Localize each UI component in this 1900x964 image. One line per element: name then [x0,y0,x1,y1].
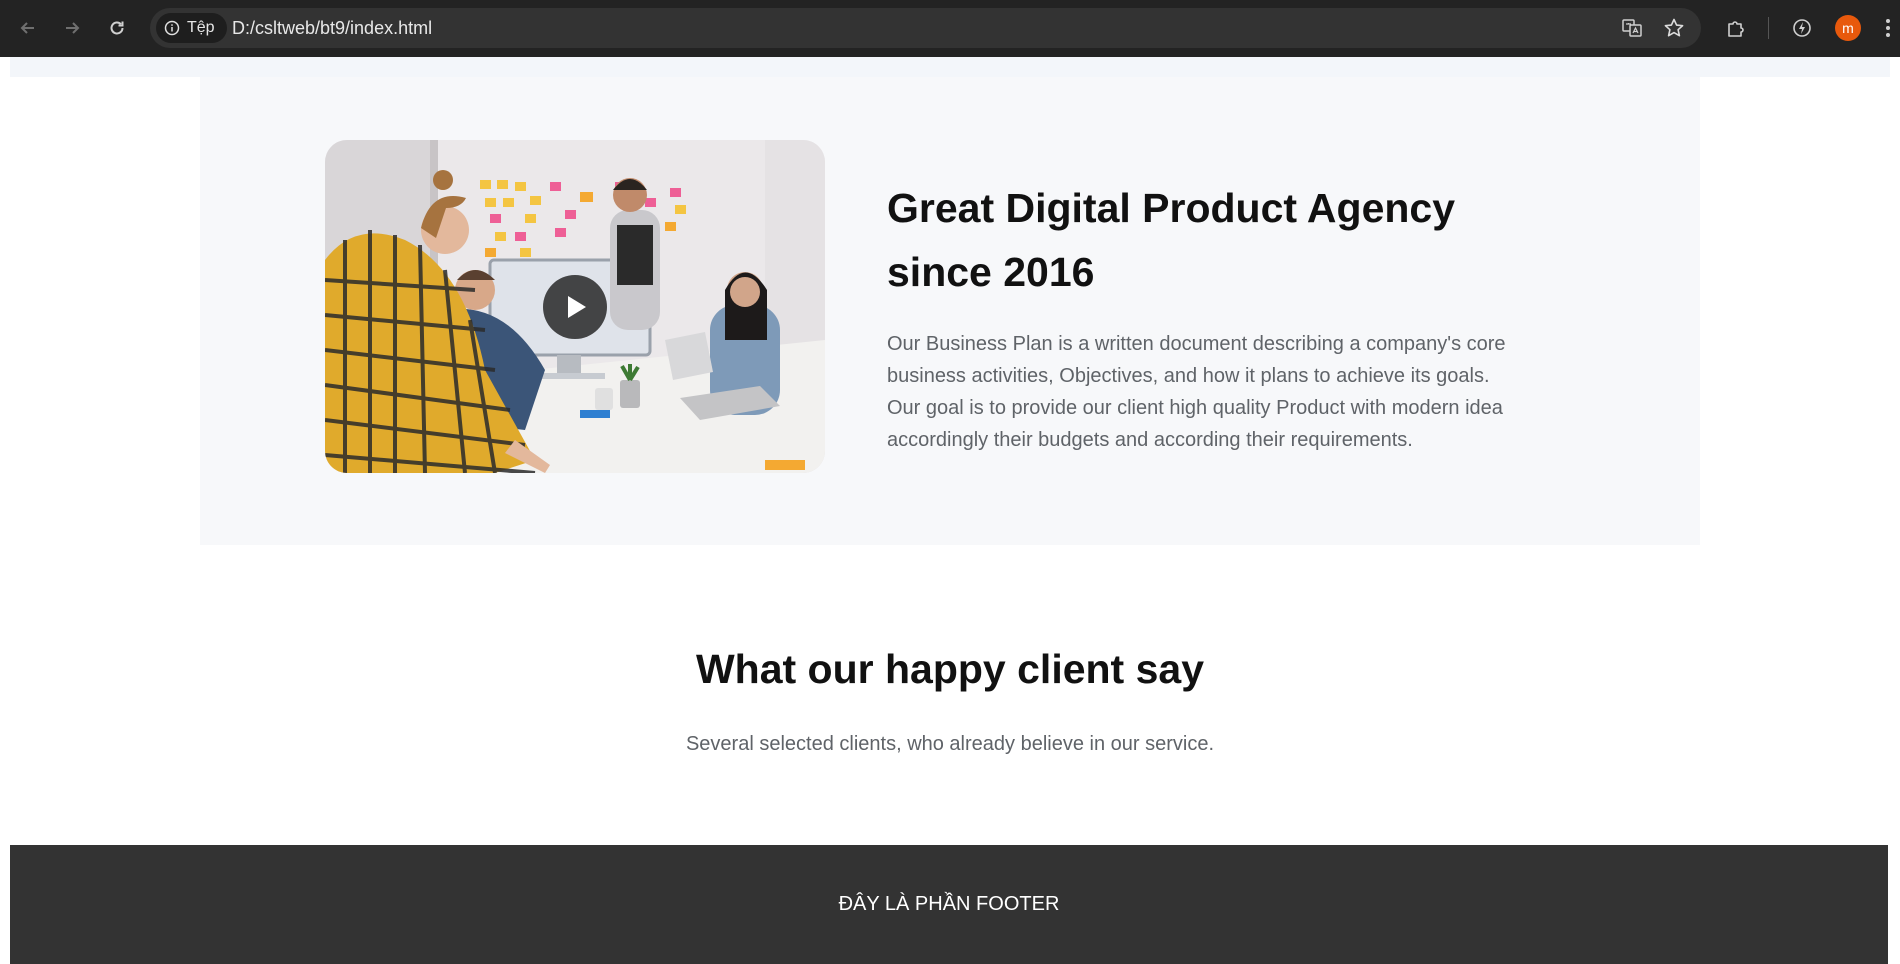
about-title: Great Digital Product Agency since 2016 [887,185,1456,295]
back-button[interactable] [14,14,42,42]
star-icon [1664,18,1684,37]
profile-avatar[interactable]: m [1835,15,1861,41]
browser-menu-button[interactable] [1882,14,1894,42]
menu-dot-icon [1886,33,1890,37]
bookmark-button[interactable] [1662,16,1686,40]
page-footer: ĐÂY LÀ PHẦN FOOTER [10,845,1888,964]
performance-button[interactable] [1788,14,1816,42]
address-bar[interactable]: Tệp D:/csltweb/bt9/index.html [150,8,1701,48]
testimonials-subtitle: Several selected clients, who already be… [685,733,1215,755]
play-icon [568,296,586,318]
info-icon [164,20,180,36]
about-content: Great Digital Product Agency since 2016 … [887,176,1527,456]
forward-arrow-icon [66,22,80,34]
page-viewport: Great Digital Product Agency since 2016 … [0,57,1900,964]
translate-icon [1622,19,1642,37]
menu-dot-icon [1886,26,1890,30]
footer-text: ĐÂY LÀ PHẦN FOOTER [838,893,1060,915]
reload-icon [110,21,124,35]
site-info-label: Tệp [187,19,215,36]
page-right-edge [1890,57,1900,964]
translate-button[interactable] [1620,16,1644,40]
extensions-button[interactable] [1722,14,1750,42]
play-video-button[interactable] [543,275,607,339]
about-video-thumbnail[interactable] [325,140,825,473]
reload-button[interactable] [103,14,131,42]
url-text[interactable]: D:/csltweb/bt9/index.html [232,18,432,39]
browser-toolbar: Tệp D:/csltweb/bt9/index.html m [0,0,1900,57]
puzzle-icon [1728,21,1744,37]
site-info-chip[interactable]: Tệp [156,13,227,43]
toolbar-separator [1768,17,1769,39]
header-strip [10,57,1890,77]
testimonials-title: What our happy client say [695,646,1205,692]
back-arrow-icon [20,22,34,34]
about-description: Our Business Plan is a written document … [887,333,1506,451]
menu-dot-icon [1886,19,1890,23]
forward-button[interactable] [58,14,86,42]
performance-icon [1793,19,1811,37]
about-section: Great Digital Product Agency since 2016 … [200,77,1700,545]
